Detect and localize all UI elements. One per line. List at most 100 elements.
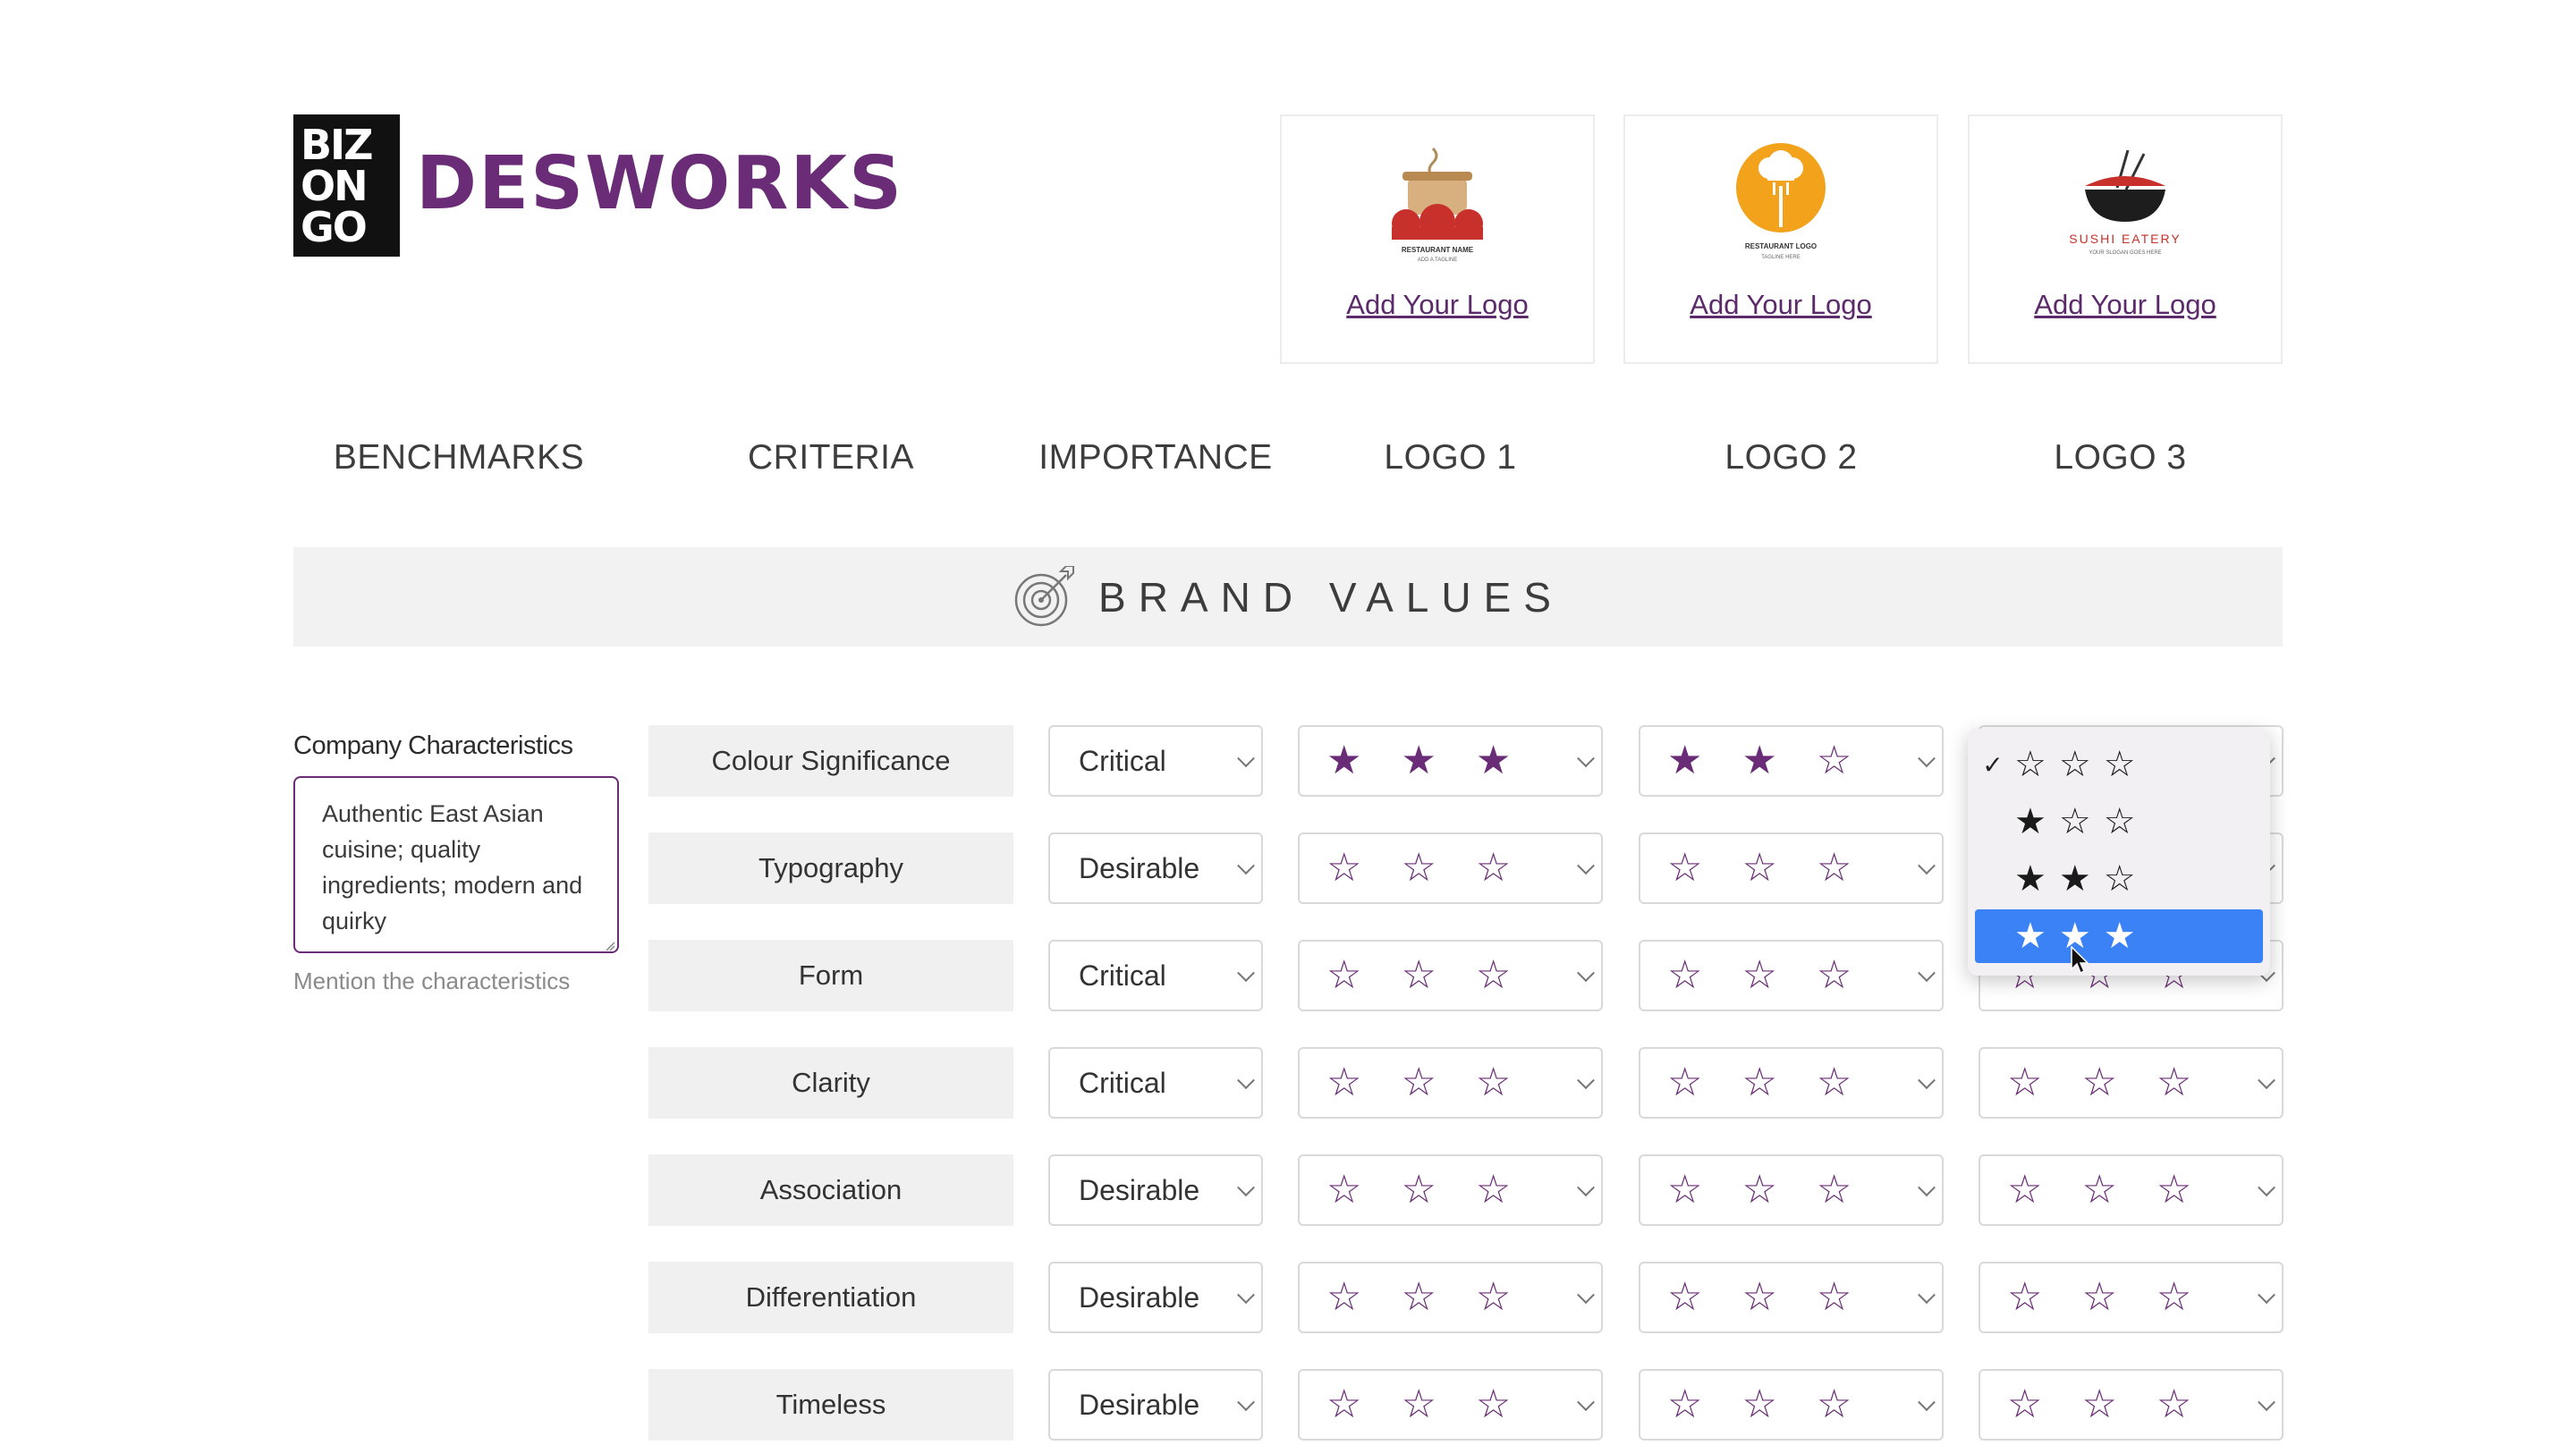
chevron-down-icon [1577,1286,1595,1305]
star-rating: ★ ★ ☆ [2014,858,2136,900]
chevron-down-icon [1918,1286,1936,1305]
rating-option-3[interactable]: ★ ★ ★ [1975,909,2263,963]
importance-value: Desirable [1079,1388,1200,1421]
logo-1-rating-select[interactable]: ☆ ☆ ☆ [1298,1369,1603,1441]
column-header-criteria: CRITERIA [747,438,914,477]
logo-tagline: YOUR SLOGAN GOES HERE [2089,250,2161,256]
importance-select[interactable]: Desirable [1048,832,1263,904]
logo-1-rating-select[interactable]: ☆ ☆ ☆ [1298,1154,1603,1226]
star-outline-icon: ☆ [1326,1167,1362,1213]
logo-3-rating-select[interactable]: ☆ ☆ ☆ [1979,1369,2284,1441]
star-outline-icon: ☆ [1475,1060,1512,1105]
star-outline-icon: ☆ [2081,1274,2117,1320]
star-rating: ☆☆☆ [1980,1278,2191,1317]
importance-select[interactable]: Desirable [1048,1369,1263,1441]
criterion-label: Colour Significance [648,725,1013,797]
star-rating: ☆☆☆ [1300,1385,1511,1424]
star-rating: ☆☆☆ [1640,1170,1852,1210]
star-filled-icon: ★ [1326,738,1362,783]
add-your-logo-link-2[interactable]: Add Your Logo [1625,289,1936,321]
logo-2-rating-select[interactable]: ☆ ☆ ☆ [1639,1154,1944,1226]
star-filled-icon: ★ [2014,801,2046,842]
importance-select[interactable]: Critical [1048,725,1263,797]
logo-1-rating-select[interactable]: ☆ ☆ ☆ [1298,1262,1603,1333]
logo-3-rating-select[interactable]: ☆ ☆ ☆ [1979,1154,2284,1226]
resize-handle-icon[interactable] [605,941,615,951]
chevron-down-icon [2258,1071,2275,1090]
star-outline-icon: ☆ [2014,744,2046,785]
logo-3-rating-select[interactable]: ☆ ☆ ☆ [1979,1262,2284,1333]
star-outline-icon: ☆ [1741,1167,1777,1213]
star-outline-icon: ☆ [2081,1382,2117,1427]
logo-1-rating-select[interactable]: ☆ ☆ ☆ [1298,832,1603,904]
importance-select[interactable]: Critical [1048,1047,1263,1119]
chevron-down-icon [1237,857,1255,875]
criterion-label: Timeless [648,1369,1013,1441]
logo-1-rating-select[interactable]: ★ ★ ★ [1298,725,1603,797]
characteristics-hint: Mention the characteristics [293,968,571,994]
star-rating: ☆☆☆ [1980,1170,2191,1210]
star-filled-icon: ★ [2014,916,2046,957]
brand-name: DESWORKS [416,141,904,226]
importance-value: Desirable [1079,1280,1200,1314]
chevron-down-icon [1918,1393,1936,1412]
add-your-logo-link-1[interactable]: Add Your Logo [1282,289,1593,321]
logo-card-1[interactable]: RESTAURANT NAME ADD A TAGLINE Add Your L… [1280,114,1595,364]
star-outline-icon: ☆ [1667,1382,1703,1427]
star-rating: ☆☆☆ [2014,744,2136,785]
star-filled-icon: ★ [1667,738,1703,783]
logo-2-rating-select[interactable]: ☆ ☆ ☆ [1639,940,1944,1011]
star-filled-icon: ★ [2014,858,2046,900]
logo-2-rating-select[interactable]: ★ ★ ☆ [1639,725,1944,797]
company-characteristics-textarea[interactable]: Authentic East Asian cuisine; quality in… [293,776,619,953]
star-outline-icon: ☆ [2081,1167,2117,1213]
star-rating: ☆☆☆ [1300,1278,1511,1317]
logo-3-rating-select[interactable]: ☆ ☆ ☆ [1979,1047,2284,1119]
star-outline-icon: ☆ [1741,1382,1777,1427]
star-rating: ☆ ☆ ☆ [1640,1385,1852,1424]
star-outline-icon: ☆ [2103,801,2136,842]
logo-caption: RESTAURANT NAME [1402,246,1474,254]
star-outline-icon: ☆ [1401,1167,1436,1213]
star-outline-icon: ☆ [1326,1274,1362,1320]
logo-2-rating-select[interactable]: ☆ ☆ ☆ [1639,1047,1944,1119]
importance-select[interactable]: Critical [1048,940,1263,1011]
importance-select[interactable]: Desirable [1048,1262,1263,1333]
chevron-down-icon [1918,1071,1936,1090]
star-outline-icon: ☆ [1816,1382,1852,1427]
rating-option-1[interactable]: ★ ☆ ☆ [1975,795,2263,849]
chevron-down-icon [2258,1179,2275,1197]
logo-card-3[interactable]: SUSHI EATERY YOUR SLOGAN GOES HERE Add Y… [1968,114,2283,364]
star-outline-icon: ☆ [1326,1060,1362,1105]
logo-text-line: ON [301,161,369,210]
star-outline-icon: ☆ [1326,845,1362,891]
importance-value: Desirable [1079,851,1200,884]
rating-dropdown-menu: ✓ ☆ ☆ ☆ ★ ☆ ☆ ★ ★ ☆ ★ ★ ★ [1968,729,2270,976]
star-rating: ☆☆☆ [1980,1385,2191,1424]
importance-select[interactable]: Desirable [1048,1154,1263,1226]
rating-option-0[interactable]: ✓ ☆ ☆ ☆ [1975,738,2263,791]
chevron-down-icon [1577,749,1595,768]
logo-1-rating-select[interactable]: ☆ ☆ ☆ [1298,940,1603,1011]
importance-value: Desirable [1079,1173,1200,1206]
star-outline-icon: ☆ [1401,845,1436,891]
logo-text-line: GO [301,202,368,251]
star-outline-icon: ☆ [1401,1060,1436,1105]
criterion-label: Differentiation [648,1262,1013,1333]
star-outline-icon: ☆ [2103,858,2136,900]
chevron-down-icon [1577,1179,1595,1197]
logo-1-rating-select[interactable]: ☆ ☆ ☆ [1298,1047,1603,1119]
chevron-down-icon [2258,1393,2275,1412]
star-outline-icon: ☆ [1475,845,1512,891]
chevron-down-icon [1918,964,1936,983]
rating-option-2[interactable]: ★ ★ ☆ [1975,852,2263,906]
add-your-logo-link-3[interactable]: Add Your Logo [1970,289,2281,321]
logo-card-2[interactable]: RESTAURANT LOGO TAGLINE HERE Add Your Lo… [1623,114,1938,364]
logo-2-rating-select[interactable]: ☆ ☆ ☆ [1639,1262,1944,1333]
criterion-label: Typography [648,832,1013,904]
section-title: BRAND VALUES [1098,573,1563,621]
logo-2-rating-select[interactable]: ☆ ☆ ☆ [1639,832,1944,904]
star-filled-icon: ★ [1741,738,1777,783]
logo-2-rating-select[interactable]: ☆ ☆ ☆ [1639,1369,1944,1441]
logo-tagline: ADD A TAGLINE [1418,258,1457,263]
